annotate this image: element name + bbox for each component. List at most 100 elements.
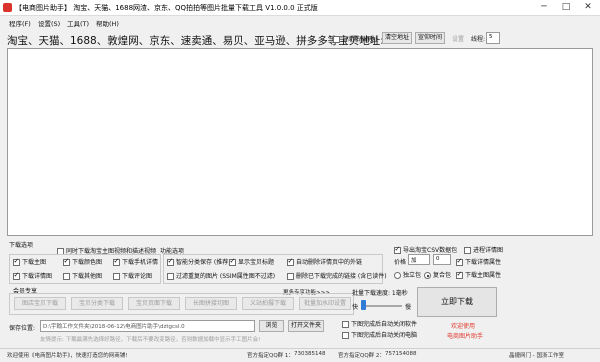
download-detail-attr-checkbox[interactable] [456, 257, 463, 266]
download-main-option[interactable]: 下载主图 [13, 257, 46, 266]
speed-slider-track[interactable] [362, 305, 402, 307]
delete-done-checkbox[interactable] [287, 273, 294, 280]
url-textarea[interactable] [7, 48, 593, 236]
download-other-option[interactable]: 下载其他图 [63, 271, 102, 280]
single-package-label: 独立包 [403, 272, 422, 279]
smart-save-option[interactable]: 智能分类保存 (推荐) [167, 257, 231, 266]
watermark-button[interactable]: 批量加水印设置 [299, 297, 351, 310]
filter-duplicates-checkbox[interactable] [167, 273, 174, 280]
download-main-attr-option[interactable]: 下载主图属性 [456, 270, 501, 279]
minimize-button[interactable]: ─ [533, 0, 555, 16]
speed-slow-label: 慢 [405, 304, 412, 311]
download-options-title: 下载选项 [9, 242, 34, 249]
save-hint: 友情提示: 下载最满先选择好路径，下载后不要改变路径，否则数据加载中显示手工图片… [40, 337, 261, 343]
status-welcome: 欢迎使用《电商图片助手》，快速打造您的网商铺! [7, 353, 128, 359]
open-folder-button[interactable]: 打开文件夹 [288, 320, 324, 332]
menu-bar: 程序(F) 设置(S) 工具(T) 帮助(H) [0, 16, 600, 29]
price-operator-select[interactable]: 加 [408, 254, 430, 265]
download-detail-attr-option[interactable]: 下载详情属性 [456, 257, 501, 266]
remove-links-checkbox[interactable] [287, 257, 294, 266]
shop-download-button[interactable]: 图店宝贝下载 [14, 297, 66, 310]
menu-settings[interactable]: 设置(S) [38, 18, 60, 28]
menu-program[interactable]: 程序(F) [9, 18, 31, 28]
download-mobile-checkbox[interactable] [113, 257, 120, 266]
close-after-checkbox[interactable] [342, 321, 349, 328]
download-color-label: 下载颜色图 [72, 259, 103, 266]
download-detail-checkbox[interactable] [13, 271, 20, 280]
qq-group-1: 730385148 [294, 351, 326, 357]
auto-paste-checkbox[interactable] [333, 36, 340, 43]
price-value-input[interactable]: 0 [433, 254, 451, 265]
url-label: 淘宝、天猫、1688、敦煌网、京东、速卖通、易贝、亚马逊、拼多多等宝贝地址: [7, 35, 384, 47]
download-detail-label: 下载详情图 [22, 273, 53, 280]
product-name-text: 电商图片助手 [447, 333, 484, 340]
clear-urls-button[interactable]: 清空地址 [382, 32, 412, 44]
download-main-attr-checkbox[interactable] [456, 270, 463, 279]
detail-progress-label: 进程详情图 [473, 247, 504, 254]
settings-link[interactable]: 设置 [452, 34, 464, 43]
download-now-button[interactable]: 立即下载 [417, 287, 497, 317]
export-csv-checkbox[interactable] [394, 245, 401, 254]
site-download-button[interactable]: 义站拍摄下载 [242, 297, 294, 310]
download-color-option[interactable]: 下载颜色图 [63, 257, 102, 266]
close-after-label: 下图完成后自动关闭软件 [351, 321, 418, 328]
download-mobile-option[interactable]: 下载手机详情 [113, 257, 158, 266]
delete-done-option[interactable]: 删除已下载完成的链接 (含已读件) [287, 271, 387, 280]
download-other-label: 下载其他图 [72, 273, 103, 280]
detail-progress-checkbox[interactable] [464, 247, 471, 254]
long-image-button[interactable]: 长图拼接切图 [185, 297, 237, 310]
delete-done-label: 删除已下载完成的链接 (含已读件) [296, 273, 387, 280]
export-csv-label: 导出淘宝CSV数据包 [403, 247, 458, 254]
menu-help[interactable]: 帮助(H) [96, 18, 119, 28]
download-comment-option[interactable]: 下载评论图 [113, 271, 152, 280]
save-path-input[interactable]: D:\宇翰工作文件夹\2018-06-12\电商图片助手\dztgcsl.0 [40, 320, 255, 332]
download-comment-checkbox[interactable] [113, 273, 120, 280]
download-main-attr-label: 下载主图属性 [465, 272, 502, 279]
detail-progress-option[interactable]: 进程详情图 [464, 245, 503, 254]
price-label: 价格 [394, 259, 407, 266]
retry-time-button[interactable]: 宣仰时间 [415, 32, 445, 44]
show-title-option[interactable]: 显示宝贝标题 [229, 257, 274, 266]
window-title: 【电商图片助手】 淘宝、天猫、1688网渣、京东、QQ拍拍等图片批量下载工具 V… [15, 4, 318, 12]
download-detail-option[interactable]: 下载详情图 [13, 271, 52, 280]
page-download-button[interactable]: 宝贝页面下载 [128, 297, 180, 310]
shutdown-after-checkbox[interactable] [342, 332, 349, 339]
export-csv-option[interactable]: 导出淘宝CSV数据包 [394, 245, 457, 254]
merge-package-option[interactable]: 复合包 [424, 270, 451, 279]
download-main-label: 下载主图 [22, 259, 47, 266]
qq-group-2: 757154088 [385, 351, 417, 357]
close-after-option[interactable]: 下图完成后自动关闭软件 [342, 319, 417, 328]
auto-paste-option[interactable]: 自动粘贴网址 [333, 34, 378, 43]
download-comment-label: 下载评论图 [122, 273, 153, 280]
threads-input[interactable]: 5 [486, 32, 500, 44]
category-download-button[interactable]: 宝贝分类下载 [71, 297, 123, 310]
browse-button[interactable]: 浏览 [259, 320, 284, 332]
remove-links-option[interactable]: 自动删除详情页中的外链 [287, 257, 362, 266]
download-main-checkbox[interactable] [13, 257, 20, 266]
download-other-checkbox[interactable] [63, 273, 70, 280]
close-button[interactable]: ✕ [577, 0, 599, 16]
download-color-checkbox[interactable] [63, 257, 70, 266]
auto-paste-label: 自动粘贴网址 [342, 36, 379, 43]
download-detail-attr-label: 下载详情属性 [465, 259, 502, 266]
show-title-checkbox[interactable] [229, 257, 236, 266]
maximize-button[interactable]: □ [555, 0, 577, 16]
speed-slider-thumb[interactable] [361, 300, 367, 310]
filter-duplicates-option[interactable]: 过滤重复的图片 (SSIM属性图不过滤) [167, 271, 275, 280]
shutdown-after-option[interactable]: 下图完成后自动关闭电脑 [342, 330, 417, 339]
status-bar: 欢迎使用《电商图片助手》，快速打造您的网商铺! 官方指定QQ群 1： 73038… [0, 348, 600, 362]
single-package-radio[interactable] [394, 272, 401, 279]
show-title-label: 显示宝贝标题 [238, 259, 275, 266]
filter-duplicates-label: 过滤重复的图片 (SSIM属性图不过滤) [176, 273, 276, 280]
smart-save-label: 智能分类保存 (推荐) [176, 259, 231, 266]
speed-fast-label: 快 [352, 304, 359, 311]
menu-tools[interactable]: 工具(T) [67, 18, 89, 28]
single-package-option[interactable]: 独立包 [394, 270, 421, 279]
download-mobile-label: 下载手机详情 [122, 259, 159, 266]
smart-save-checkbox[interactable] [167, 257, 174, 266]
vendor-text: 晶捷网门 - 国浙工作室 [509, 353, 564, 359]
qq-group-1-label: 官方指定QQ群 1： [247, 353, 294, 359]
qq-group-2-label: 官方指定QQ群 2： [338, 353, 385, 359]
merge-package-radio[interactable] [424, 272, 431, 279]
title-bar: 【电商图片助手】 淘宝、天猫、1688网渣、京东、QQ拍拍等图片批量下载工具 V… [0, 0, 600, 16]
